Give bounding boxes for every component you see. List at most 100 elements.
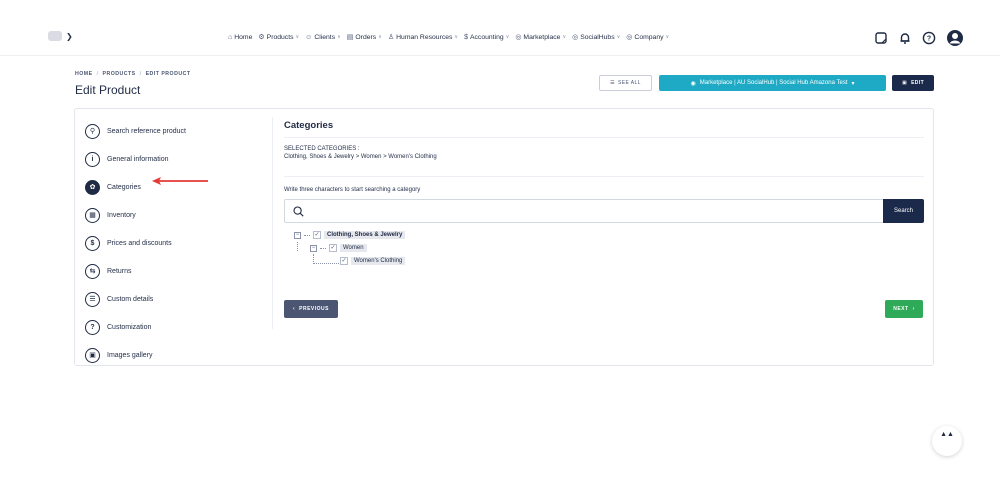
nav-item-marketplace[interactable]: ◎ Marketplace ∨ — [515, 33, 567, 42]
step-icon: i — [85, 151, 100, 167]
search-hint: Write three characters to start searchin… — [284, 187, 421, 193]
search-icon — [293, 205, 304, 217]
sidebar-item-general-information[interactable]: i General information — [85, 145, 265, 173]
tree-node-label[interactable]: Women's Clothing — [351, 257, 406, 265]
nav-label: Orders — [355, 33, 377, 41]
see-all-button[interactable]: ☰ SEE ALL — [599, 75, 652, 91]
breadcrumb-separator: / — [139, 71, 142, 77]
category-search-input[interactable] — [310, 207, 883, 215]
main-nav: ⌂ Home ⚙ Products ∨ ☺ Clients ∨ ▤ Orders ∨ ♙ Human R… — [228, 33, 670, 42]
brand-switcher[interactable]: ❯ — [48, 31, 73, 41]
nav-icon: ♙ — [387, 34, 395, 41]
nav-item-company[interactable]: ◎ Company ∨ — [626, 33, 670, 42]
bell-icon[interactable] — [898, 31, 912, 45]
notes-icon[interactable] — [874, 31, 888, 45]
help-icon[interactable]: ? — [922, 31, 936, 45]
sidebar-item-returns[interactable]: ⇆ Returns — [85, 257, 265, 285]
nav-item-accounting[interactable]: $ Accounting ∨ — [464, 33, 509, 41]
sidebar-item-label: Search reference product — [107, 127, 186, 135]
sidebar-item-custom-details[interactable]: ☰ Custom details — [85, 285, 265, 313]
chevron-down-icon: ∨ — [665, 34, 670, 40]
top-icons: ? — [874, 29, 964, 47]
nav-item-products[interactable]: ⚙ Products ∨ — [258, 33, 300, 42]
tree-connector — [297, 242, 298, 251]
tree-node-level1: − ✓ Clothing, Shoes & Jewelry — [294, 231, 406, 239]
nav-icon: ⌂ — [228, 33, 233, 41]
chevron-down-icon: ∨ — [378, 34, 382, 40]
nav-icon: ⚙ — [258, 34, 265, 41]
checkbox-checked[interactable]: ✓ — [340, 257, 348, 265]
checkbox-checked[interactable]: ✓ — [329, 244, 337, 252]
next-button[interactable]: NEXT › — [885, 300, 923, 318]
save-icon: ▣ — [901, 80, 908, 86]
chevron-down-icon: ∨ — [505, 34, 510, 40]
nav-icon: ☺ — [305, 33, 313, 41]
nav-label: Human Resources — [396, 33, 453, 41]
chevron-left-icon: ‹ — [292, 306, 296, 312]
tree-node-label[interactable]: Clothing, Shoes & Jewelry — [324, 231, 406, 239]
edit-label: EDIT — [911, 80, 925, 86]
chevron-down-icon: ∨ — [337, 34, 341, 40]
collapse-toggle[interactable]: − — [310, 244, 317, 252]
nav-item-clients[interactable]: ☺ Clients ∨ — [305, 33, 341, 41]
nav-label: Clients — [314, 33, 336, 41]
top-navbar: ❯ ⌂ Home ⚙ Products ∨ ☺ Clients ∨ ▤ Orders ∨ ♙ Human… — [0, 0, 1000, 56]
sidebar-item-search-reference-product[interactable]: ⚲ Search reference product — [85, 117, 265, 145]
search-button[interactable]: Search — [883, 199, 924, 223]
chevron-down-icon: ∨ — [454, 34, 459, 40]
scroll-top-button[interactable]: ▲▲ — [932, 426, 962, 456]
nav-item-human-resources[interactable]: ♙ Human Resources ∨ — [387, 33, 459, 42]
step-icon: ⇆ — [85, 263, 100, 279]
chevron-down-icon: ∨ — [295, 34, 300, 40]
step-icon: $ — [85, 235, 100, 251]
breadcrumb-home[interactable]: HOME — [75, 71, 93, 77]
nav-icon: ◎ — [626, 34, 633, 41]
double-chevron-up-icon: ▲▲ — [940, 431, 954, 438]
user-avatar-icon[interactable] — [946, 29, 964, 47]
tree-connector — [304, 234, 310, 236]
tree-node-label[interactable]: Women — [340, 244, 367, 252]
step-sidebar: ⚲ Search reference product i General inform… — [85, 117, 265, 369]
svg-text:?: ? — [927, 36, 931, 43]
divider — [284, 176, 924, 177]
nav-label: SocialHubs — [580, 33, 615, 41]
sidebar-item-customization[interactable]: ? Customization — [85, 313, 265, 341]
categories-panel: Categories SELECTED CATEGORIES : Clothin… — [284, 117, 924, 271]
nav-item-orders[interactable]: ▤ Orders ∨ — [347, 33, 382, 42]
sidebar-item-prices-and-discounts[interactable]: $ Prices and discounts — [85, 229, 265, 257]
previous-label: PREVIOUS — [299, 306, 329, 312]
step-icon: ? — [85, 319, 100, 335]
sidebar-item-images-gallery[interactable]: ▣ Images gallery — [85, 341, 265, 369]
checkbox-checked[interactable]: ✓ — [313, 231, 321, 239]
brand-logo — [48, 31, 62, 41]
nav-icon: ◎ — [515, 34, 522, 41]
nav-label: Marketplace — [523, 33, 561, 41]
step-icon: ▣ — [85, 347, 100, 363]
marketplace-label: Marketplace | AU SocialHub | Social Hub … — [699, 80, 848, 86]
nav-item-home[interactable]: ⌂ Home — [228, 33, 252, 41]
previous-button[interactable]: ‹ PREVIOUS — [284, 300, 338, 318]
tree-connector — [320, 247, 326, 249]
caret-down-icon: ▾ — [851, 80, 855, 87]
edit-button[interactable]: ▣ EDIT — [892, 75, 934, 91]
breadcrumb-products[interactable]: PRODUCTS — [103, 71, 136, 77]
sidebar-item-label: Custom details — [107, 295, 154, 303]
edit-product-card: ⚲ Search reference product i General inform… — [74, 108, 934, 366]
sidebar-item-label: Categories — [107, 183, 141, 191]
marketplace-dropdown-button[interactable]: ◉ Marketplace | AU SocialHub | Social Hu… — [659, 75, 886, 91]
selected-categories-path: Clothing, Shoes & Jewelry > Women > Wome… — [284, 154, 437, 160]
chevron-down-icon: ∨ — [562, 34, 567, 40]
step-icon: ☰ — [85, 291, 100, 307]
tree-connector — [313, 263, 339, 264]
step-icon: ⚲ — [85, 123, 100, 139]
page-title: Edit Product — [75, 83, 141, 97]
nav-label: Company — [634, 33, 664, 41]
list-icon: ☰ — [610, 80, 616, 86]
chevron-right-icon: › — [912, 306, 915, 312]
collapse-toggle[interactable]: − — [294, 231, 301, 239]
tree-node-level3: ✓ Women's Clothing — [340, 257, 406, 265]
step-icon: ▦ — [85, 207, 100, 223]
sidebar-item-inventory[interactable]: ▦ Inventory — [85, 201, 265, 229]
sidebar-item-label: Prices and discounts — [107, 239, 172, 247]
nav-item-socialhubs[interactable]: ◎ SocialHubs ∨ — [572, 33, 620, 42]
